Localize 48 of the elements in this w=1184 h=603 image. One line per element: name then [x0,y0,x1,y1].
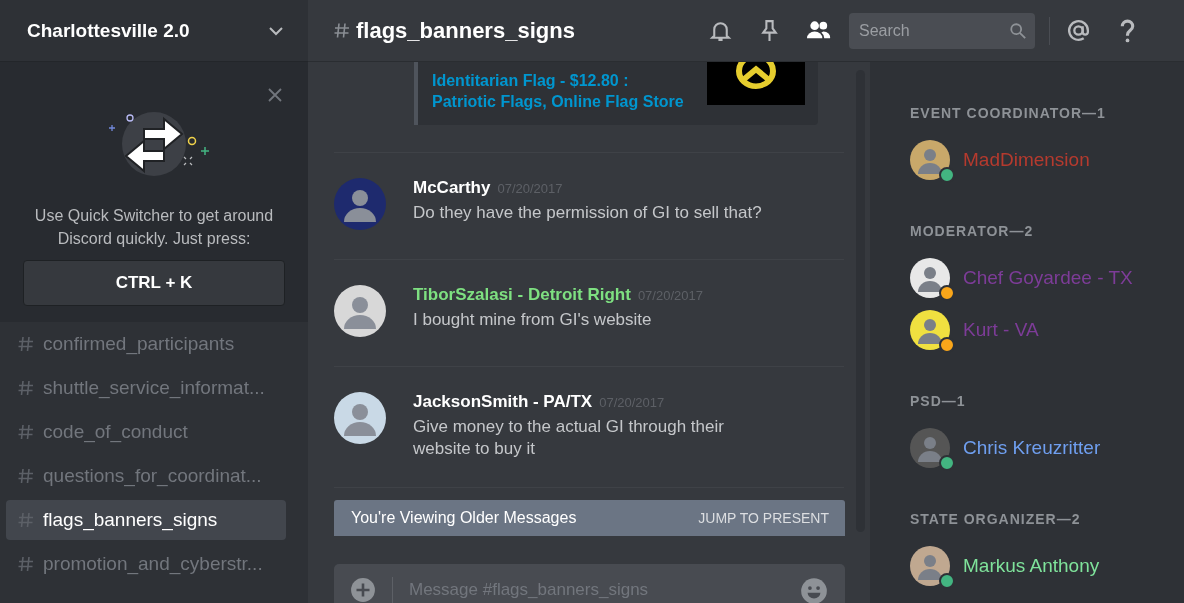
message-text: I bought mine from GI's website [413,309,653,331]
chevron-down-icon [268,25,284,36]
hash-icon [18,424,34,440]
channel-item[interactable]: flags_banners_signs [6,500,286,540]
search-field[interactable]: Search [849,12,1035,49]
channel-title: flags_banners_signs [356,17,575,44]
quick-switcher-tip: Use Quick Switcher to get around Discord quickly. Just press: [33,206,275,249]
hash-icon [334,21,350,40]
avatar[interactable] [334,285,386,337]
hash-icon [18,556,34,572]
username[interactable]: McCarthy [413,178,491,198]
avatar[interactable] [910,310,950,350]
hash-icon [18,380,34,396]
channel-item[interactable]: shuttle_service_informat... [6,368,286,408]
avatar[interactable] [334,392,386,444]
older-messages-notice: You're Viewing Older Messages [351,509,577,527]
member-name[interactable]: Chris Kreuzritter [963,437,1101,459]
jump-to-present-button[interactable]: JUMP TO PRESENT [698,510,829,526]
search-input[interactable]: Search [857,20,1009,41]
at-sign-icon[interactable] [1066,18,1091,43]
hash-icon [18,468,34,484]
smiley-icon[interactable] [800,577,828,603]
username[interactable]: JacksonSmith - PA/TX [413,392,593,412]
role-heading: PSD—1 [910,393,967,409]
channel-item[interactable]: code_of_conduct [6,412,286,452]
username[interactable]: TiborSzalasi - Detroit Right [413,285,631,305]
channel-item[interactable]: questions_for_coordinat... [6,456,286,496]
message-text: Give money to the actual GI through their website to buy it [413,416,725,460]
member-name[interactable]: MadDimension [963,149,1090,171]
close-icon[interactable] [268,88,282,102]
member-name[interactable]: Markus Anthony [963,555,1100,577]
plus-icon[interactable] [350,577,376,603]
avatar[interactable] [910,140,950,180]
channel-item[interactable]: promotion_and_cyberstr... [6,544,286,584]
role-heading: EVENT COORDINATOR—1 [910,105,1107,121]
channel-item[interactable]: confirmed_participants [6,324,286,364]
embed-link[interactable]: Identitarian Flag - $12.80 : Patriotic Flags, Online Flag Store [432,70,692,125]
message-text: Do they have the permission of GI to sell that? [413,202,763,224]
role-heading: MODERATOR—2 [910,223,1035,239]
hash-icon [18,336,34,352]
avatar[interactable] [910,428,950,468]
avatar[interactable] [910,258,950,298]
shortcut-button[interactable]: CTRL + K [23,260,285,306]
search-icon [1009,21,1027,40]
avatar[interactable] [910,546,950,586]
hash-icon [18,512,34,528]
server-name: Charlottesville 2.0 [27,19,190,42]
role-heading: STATE ORGANIZER—2 [910,511,1082,527]
